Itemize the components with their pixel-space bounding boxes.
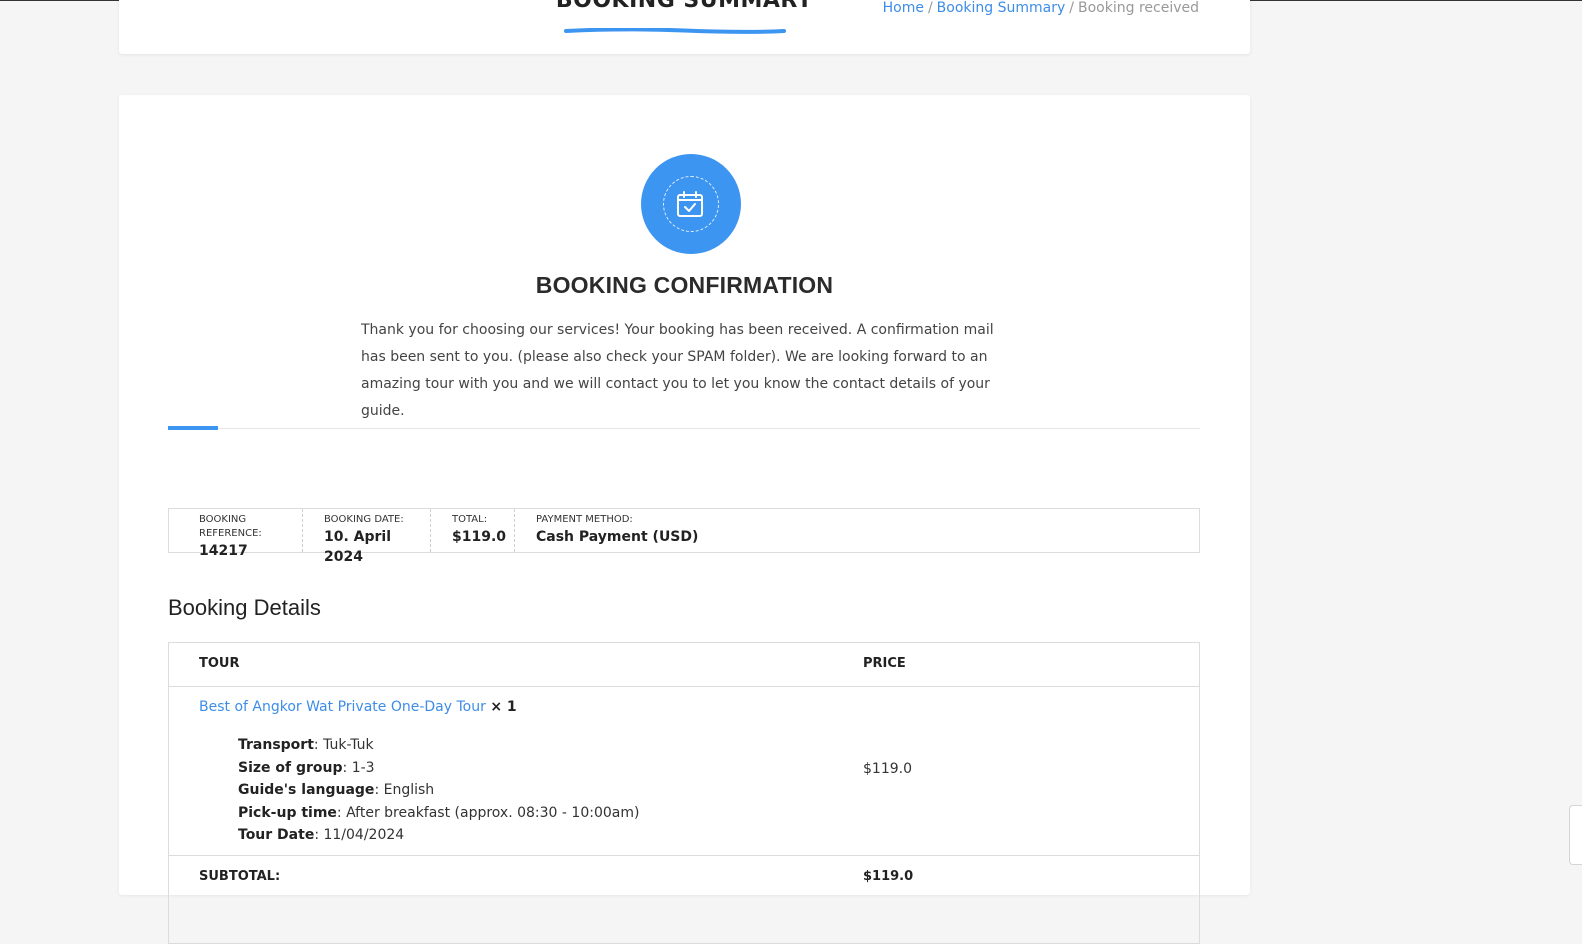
breadcrumb-separator: / — [1069, 0, 1074, 16]
meta-group-size: Size of group: 1-3 — [238, 759, 375, 776]
meta-value: English — [383, 782, 435, 798]
title-underline — [564, 28, 786, 34]
breadcrumb-summary-link[interactable]: Booking Summary — [937, 0, 1066, 16]
booking-date-label: BOOKING DATE: — [324, 514, 404, 525]
booking-details-heading: Booking Details — [168, 595, 321, 620]
meta-label: Guide's language — [238, 782, 375, 798]
confirmation-message: Thank you for choosing our services! You… — [361, 322, 994, 419]
item-row-divider — [169, 855, 1199, 856]
summary-total: TOTAL: $119.0 — [431, 509, 515, 552]
meta-pickup-time: Pick-up time: After breakfast (approx. 0… — [238, 804, 640, 821]
booking-reference-label: BOOKING REFERENCE: — [199, 514, 262, 539]
summary-booking-date: BOOKING DATE: 10. April 2024 — [303, 509, 431, 565]
calendar-check-icon — [641, 154, 741, 254]
booking-date-value: 10. April 2024 — [324, 529, 392, 565]
header-card: BOOKING SUMMARY Home / Booking Summary / Boo… — [119, 0, 1250, 54]
meta-label: Transport — [238, 737, 314, 753]
subtotal-value: $119.0 — [863, 869, 914, 884]
meta-value: 1-3 — [351, 759, 375, 776]
meta-value: Tuk-Tuk — [323, 737, 374, 753]
summary-booking-reference: BOOKING REFERENCE: 14217 — [169, 509, 303, 559]
total-label: TOTAL: — [452, 514, 488, 525]
meta-transport: Transport: Tuk-Tuk — [238, 737, 374, 753]
payment-method-label: PAYMENT METHOD: — [536, 514, 633, 525]
column-header-price: PRICE — [863, 656, 906, 671]
subtotal-label: SUBTOTAL: — [199, 869, 281, 884]
tour-quantity: × 1 — [490, 699, 517, 715]
meta-label: Pick-up time — [238, 804, 337, 821]
tour-item: Best of Angkor Wat Private One-Day Tour … — [199, 699, 517, 715]
meta-value: After breakfast (approx. 08:30 - 10:00am… — [346, 804, 640, 821]
column-header-tour: TOUR — [199, 656, 240, 671]
booking-card: BOOKING CONFIRMATION Thank you for choos… — [119, 95, 1250, 944]
meta-tour-date: Tour Date: 11/04/2024 — [238, 827, 405, 843]
breadcrumb-current: Booking received — [1078, 0, 1199, 16]
order-summary-bar: BOOKING REFERENCE: 14217 BOOKING DATE: 1… — [168, 508, 1200, 565]
side-feedback-tab[interactable] — [1569, 805, 1582, 865]
breadcrumb: Home / Booking Summary / Booking received — [883, 0, 1199, 16]
header-row-divider — [169, 686, 1199, 687]
tour-name-link[interactable]: Best of Angkor Wat Private One-Day Tour — [199, 699, 486, 715]
breadcrumb-home-link[interactable]: Home — [883, 0, 924, 16]
meta-guide-language: Guide's language: English — [238, 782, 435, 798]
tour-price: $119.0 — [863, 761, 912, 777]
divider-accent — [168, 426, 218, 430]
breadcrumb-separator: / — [927, 0, 933, 16]
meta-label: Size of group — [238, 759, 343, 776]
meta-label: Tour Date — [238, 827, 315, 843]
total-value: $119.0 — [452, 529, 507, 545]
summary-payment-method: PAYMENT METHOD: Cash Payment (USD) — [515, 509, 720, 552]
confirmation-heading: BOOKING CONFIRMATION — [535, 272, 834, 298]
tour-meta-list: Transport: Tuk-Tuk Size of group: 1-3 Gu… — [238, 734, 639, 847]
booking-reference-value: 14217 — [199, 543, 248, 559]
meta-value: 11/04/2024 — [323, 827, 405, 843]
calendar-glyph — [677, 191, 703, 217]
section-divider — [168, 428, 1200, 429]
payment-method-value: Cash Payment (USD) — [536, 529, 699, 545]
booking-details-table: TOUR PRICE Best of Angkor Wat Private On… — [168, 642, 1200, 944]
